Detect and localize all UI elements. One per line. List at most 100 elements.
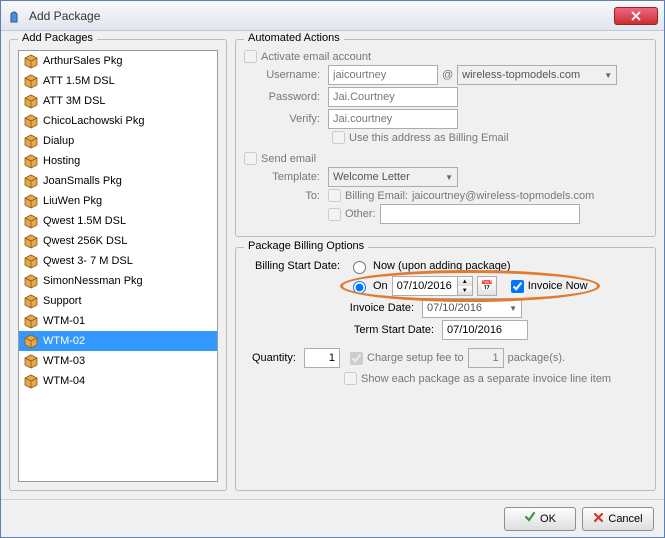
invoice-date-dropdown[interactable]: 07/10/2016 ▼: [422, 298, 522, 318]
invoice-date-label: Invoice Date:: [348, 302, 418, 314]
username-label: Username:: [244, 69, 324, 81]
other-label: Other:: [345, 208, 376, 220]
domain-dropdown[interactable]: wireless-topmodels.com ▼: [457, 65, 617, 85]
invoice-now-checkbox[interactable]: [511, 280, 524, 293]
x-icon: [593, 512, 604, 526]
package-icon: [23, 373, 39, 389]
package-label: JoanSmalls Pkg: [43, 175, 122, 187]
right-panel: Automated Actions Activate email account…: [235, 39, 656, 491]
package-icon: [23, 113, 39, 129]
term-start-label: Term Start Date:: [348, 324, 438, 336]
billing-email-value: jaicourtney@wireless-topmodels.com: [412, 190, 594, 202]
send-email-label: Send email: [261, 153, 316, 165]
package-item[interactable]: Dialup: [19, 131, 217, 151]
package-item[interactable]: ChicoLachowski Pkg: [19, 111, 217, 131]
password-input[interactable]: [328, 87, 458, 107]
package-item[interactable]: ATT 3M DSL: [19, 91, 217, 111]
activate-email-checkbox[interactable]: [244, 50, 257, 63]
now-label: Now (upon adding package): [373, 260, 511, 272]
package-icon: [23, 233, 39, 249]
show-each-checkbox[interactable]: [344, 372, 357, 385]
close-button[interactable]: [614, 7, 658, 25]
package-item[interactable]: Qwest 3- 7 M DSL: [19, 251, 217, 271]
ok-button[interactable]: OK: [504, 507, 576, 531]
start-date-label: Billing Start Date:: [244, 260, 344, 272]
calendar-icon: 📅: [480, 281, 492, 292]
spin-up[interactable]: ▲: [458, 277, 472, 286]
send-email-checkbox[interactable]: [244, 152, 257, 165]
package-item[interactable]: Support: [19, 291, 217, 311]
package-item[interactable]: ArthurSales Pkg: [19, 51, 217, 71]
automated-legend: Automated Actions: [244, 32, 344, 44]
use-billing-checkbox[interactable]: [332, 131, 345, 144]
package-icon: [23, 93, 39, 109]
spin-down[interactable]: ▼: [458, 286, 472, 295]
package-icon: [23, 153, 39, 169]
package-icon: [23, 273, 39, 289]
to-label: To:: [244, 190, 324, 202]
other-input[interactable]: [380, 204, 580, 224]
quantity-label: Quantity:: [244, 352, 300, 364]
package-icon: [23, 173, 39, 189]
package-item[interactable]: WTM-03: [19, 351, 217, 371]
package-icon: [23, 213, 39, 229]
other-checkbox[interactable]: [328, 208, 341, 221]
package-icon: [23, 293, 39, 309]
chevron-down-icon: ▼: [604, 71, 612, 80]
package-item[interactable]: Qwest 256K DSL: [19, 231, 217, 251]
billing-email-label: Billing Email:: [345, 190, 408, 202]
template-dropdown[interactable]: Welcome Letter ▼: [328, 167, 458, 187]
on-radio[interactable]: [353, 281, 366, 294]
on-date-input[interactable]: [393, 277, 457, 295]
package-item[interactable]: Qwest 1.5M DSL: [19, 211, 217, 231]
dialog-footer: OK Cancel: [1, 499, 664, 537]
billing-options-group: Package Billing Options Billing Start Da…: [235, 247, 656, 491]
titlebar: Add Package: [1, 1, 664, 31]
package-icon: [23, 313, 39, 329]
cancel-button[interactable]: Cancel: [582, 507, 654, 531]
package-icon: [23, 333, 39, 349]
calendar-button[interactable]: 📅: [477, 276, 497, 296]
on-date-spinner[interactable]: ▲▼: [392, 276, 473, 296]
package-label: Hosting: [43, 155, 80, 167]
package-icon: [23, 193, 39, 209]
package-label: ATT 3M DSL: [43, 95, 106, 107]
package-item[interactable]: JoanSmalls Pkg: [19, 171, 217, 191]
package-item[interactable]: Hosting: [19, 151, 217, 171]
packages-group: Add Packages ArthurSales PkgATT 1.5M DSL…: [9, 39, 227, 491]
package-label: Support: [43, 295, 82, 307]
chevron-down-icon: ▼: [509, 304, 517, 313]
verify-input[interactable]: [328, 109, 458, 129]
package-label: ArthurSales Pkg: [43, 55, 122, 67]
package-list[interactable]: ArthurSales Pkg ATT 1.5M DSL ATT 3M DSL Chi…: [18, 50, 218, 482]
package-label: Qwest 256K DSL: [43, 235, 127, 247]
password-label: Password:: [244, 91, 324, 103]
package-label: Dialup: [43, 135, 74, 147]
package-icon: [23, 53, 39, 69]
package-label: WTM-02: [43, 335, 85, 347]
package-item[interactable]: SimonNessman Pkg: [19, 271, 217, 291]
username-input[interactable]: [328, 65, 438, 85]
now-radio[interactable]: [353, 261, 366, 274]
use-billing-label: Use this address as Billing Email: [349, 132, 509, 144]
package-item[interactable]: ATT 1.5M DSL: [19, 71, 217, 91]
package-item[interactable]: WTM-04: [19, 371, 217, 391]
package-label: Qwest 1.5M DSL: [43, 215, 126, 227]
package-label: Qwest 3- 7 M DSL: [43, 255, 133, 267]
package-item[interactable]: LiuWen Pkg: [19, 191, 217, 211]
add-package-dialog: Add Package Add Packages ArthurSales Pkg…: [0, 0, 665, 538]
at-symbol: @: [442, 69, 453, 81]
dialog-body: Add Packages ArthurSales Pkg ATT 1.5M DSL…: [1, 31, 664, 499]
verify-label: Verify:: [244, 113, 324, 125]
quantity-input[interactable]: [304, 348, 340, 368]
automated-actions-group: Automated Actions Activate email account…: [235, 39, 656, 237]
package-item[interactable]: WTM-01: [19, 311, 217, 331]
term-start-input[interactable]: [442, 320, 528, 340]
app-icon: [7, 8, 23, 24]
package-item[interactable]: WTM-02: [19, 331, 217, 351]
charge-setup-checkbox[interactable]: [350, 352, 363, 365]
packages-legend: Add Packages: [18, 32, 97, 44]
package-label: SimonNessman Pkg: [43, 275, 143, 287]
billing-email-checkbox[interactable]: [328, 189, 341, 202]
package-icon: [23, 353, 39, 369]
